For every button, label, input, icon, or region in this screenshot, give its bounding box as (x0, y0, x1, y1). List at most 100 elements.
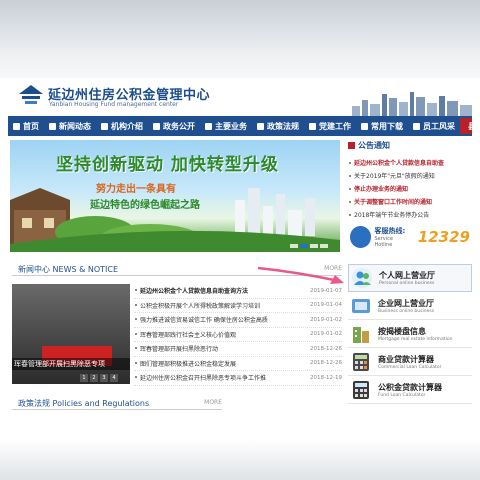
nav-item-label: 政务公开 (163, 121, 195, 131)
nav-item-home[interactable]: 首页 (8, 116, 44, 136)
news-item[interactable]: 强力推进诚信贸易诚信工作 确保住房公积金高质 2019-01-02 (134, 313, 342, 328)
news-item-title: 公积金积极开展个人所得税政策解读学习培训 (134, 301, 260, 310)
gov-icon (153, 122, 160, 130)
policy-icon (257, 122, 264, 130)
nav-item-label: 常用下载 (371, 121, 403, 131)
news-item[interactable]: 珲春管理部开展扫黑除恶行动 2018-12-26 (134, 342, 342, 357)
banner-dot[interactable] (290, 244, 298, 248)
news-photo-pager: 1 2 3 4 (80, 374, 118, 382)
nav-item-staff[interactable]: 员工风采 (408, 116, 460, 136)
service-title: 按揭楼盘信息 (378, 326, 426, 336)
nav-item-label: 首页 (23, 121, 39, 131)
news-icon (49, 122, 56, 130)
hero-banner[interactable]: 坚持创新驱动 加快转型升级 努力走出一条具有 延边特色的绿色崛起之路 (10, 140, 340, 252)
notice-item[interactable]: 停止办理业务的通知 (348, 183, 470, 196)
news-photo-page[interactable]: 1 (80, 374, 88, 382)
fund-loan-calculator-button[interactable]: 公积金贷款计算器 Fund Loan Calculator (348, 376, 472, 404)
enterprise-icon (352, 298, 370, 313)
enterprise-online-hall-button[interactable]: 企业网上营业厅 Business online business (348, 292, 472, 320)
news-list: 延边州公积金个人贷款信息自助查询方法 2019-01-07 公积金积极开展个人所得… (134, 284, 342, 386)
nav-item-about[interactable]: 机构介绍 (96, 116, 148, 136)
logo-icon (19, 85, 43, 104)
service-subtitle: Mortgage real estate information (378, 336, 453, 342)
banner-line2: 延边特色的绿色崛起之路 (90, 200, 200, 211)
banner-dot[interactable] (310, 244, 318, 248)
policy-section-header: 政策法规 Policies and Regulations MORE (12, 396, 222, 410)
news-item-date: 2019-01-02 (310, 331, 342, 338)
county-branches-button[interactable]: 县市管理部 (460, 118, 472, 134)
main-nav: 首页 新闻动态 机构介绍 政务公开 主要业务 政策法规 党建工作 常用下载 员工… (8, 116, 472, 136)
nav-item-download[interactable]: 常用下载 (356, 116, 408, 136)
nav-item-news[interactable]: 新闻动态 (44, 116, 96, 136)
nav-item-gov[interactable]: 政务公开 (148, 116, 200, 136)
news-item-date: 2018-12-19 (310, 374, 342, 381)
news-item-date: 2018-12-26 (310, 360, 342, 367)
business-icon (205, 122, 212, 130)
news-photo-page[interactable]: 3 (100, 374, 108, 382)
website-page: 延边州住房公积金管理中心 Yanbian Housing Fund manage… (8, 78, 472, 480)
policy-more-link[interactable]: MORE (204, 399, 222, 406)
service-hotline: 客服热线: Service Hotline 12329 (350, 223, 470, 251)
news-item[interactable]: 珲春管理部践行社会主义核心价值观 2019-01-02 (134, 328, 342, 342)
notice-item[interactable]: 延边州公积金个人贷款信息自助查 (348, 157, 470, 170)
calculator-icon (353, 352, 369, 371)
news-item[interactable]: 延边州公积金个人贷款信息自助查询方法 2019-01-07 (134, 284, 342, 299)
staff-icon (413, 122, 420, 130)
services-panel: 个人网上营业厅 Personal online business 企业网上营业厅… (348, 264, 472, 404)
news-item-title: 图们管理部积极推进公积金稳定发展 (134, 359, 236, 368)
news-item-title: 强力推进诚信贸易诚信工作 确保住房公积金高质 (134, 315, 268, 324)
banner-line1: 努力走出一条具有 (96, 184, 176, 195)
service-subtitle: Commercial Loan Calculator (378, 364, 442, 370)
news-photo[interactable]: 珲春管理部开展扫黑除恶专项 1 2 3 4 (12, 284, 130, 384)
news-item-title: 延边州公积金个人贷款信息自助查询方法 (134, 286, 248, 295)
party-icon (309, 122, 316, 130)
service-title: 企业网上营业厅 (378, 298, 434, 308)
news-section-title: 新闻中心 NEWS & NOTICE (18, 265, 119, 274)
service-title: 个人网上营业厅 (379, 271, 435, 280)
commercial-loan-calculator-button[interactable]: 商业贷款计算器 Commercial Loan Calculator (348, 348, 472, 376)
site-title-en: Yanbian Housing Fund management center (49, 101, 179, 108)
news-photo-page[interactable]: 2 (90, 374, 98, 382)
service-title: 商业贷款计算器 (378, 354, 434, 364)
nav-item-label: 主要业务 (215, 121, 247, 131)
nav-item-label: 新闻动态 (59, 121, 91, 131)
photo-top-edge (0, 0, 480, 78)
banner-dot[interactable] (320, 244, 328, 248)
personal-online-hall-button[interactable]: 个人网上营业厅 Personal online business (348, 264, 472, 292)
banner-dot[interactable] (300, 244, 308, 248)
news-item-date: 2018-12-26 (310, 345, 342, 352)
news-item-title: 珲春管理部践行社会主义核心价值观 (134, 330, 236, 339)
notice-list: 延边州公积金个人贷款信息自助查 关于2019年"元旦"放假的通知 停止办理业务的… (348, 157, 470, 222)
service-subtitle: Fund Loan Calculator (378, 392, 426, 398)
pink-arrow-icon (257, 266, 344, 284)
nav-item-label: 机构介绍 (111, 121, 143, 131)
notice-title-label: 公告通知 (358, 141, 390, 150)
mortgage-housing-info-button[interactable]: 按揭楼盘信息 Mortgage real estate information (348, 320, 472, 348)
news-photo-page[interactable]: 4 (110, 374, 118, 382)
home-icon (13, 122, 20, 130)
news-item-date: 2019-01-04 (310, 302, 342, 309)
headset-icon (350, 226, 371, 248)
news-photo-caption: 珲春管理部开展扫黑除恶专项 (12, 358, 130, 370)
news-item[interactable]: 延边州住房公积金召开扫黑除恶专项斗争工作推 2018-12-19 (134, 371, 342, 386)
notice-item[interactable]: 关于调整窗口工作时间的通知 (348, 196, 470, 209)
notice-title: 公告通知 (348, 140, 470, 151)
city-skyline-icon (352, 92, 472, 116)
nav-item-policy[interactable]: 政策法规 (252, 116, 304, 136)
news-item[interactable]: 公积金积极开展个人所得税政策解读学习培训 2019-01-04 (134, 299, 342, 313)
person-icon (352, 268, 372, 288)
notice-icon (348, 142, 355, 149)
site-header: 延边州住房公积金管理中心 Yanbian Housing Fund manage… (8, 78, 472, 116)
banner-pager (290, 244, 328, 248)
nav-item-business[interactable]: 主要业务 (200, 116, 252, 136)
nav-item-party[interactable]: 党建工作 (304, 116, 356, 136)
news-item-title: 珲春管理部开展扫黑除恶行动 (134, 344, 218, 353)
about-icon (101, 122, 108, 130)
notice-item[interactable]: 关于2019年"元旦"放假的通知 (348, 170, 470, 183)
download-icon (361, 122, 368, 130)
building-icon (353, 326, 369, 343)
nav-item-label: 党建工作 (319, 121, 351, 131)
news-item-date: 2019-01-07 (310, 287, 342, 294)
notice-item[interactable]: 2018年端午节业务停办公告 (348, 209, 470, 222)
news-item[interactable]: 图们管理部积极推进公积金稳定发展 2018-12-26 (134, 357, 342, 371)
